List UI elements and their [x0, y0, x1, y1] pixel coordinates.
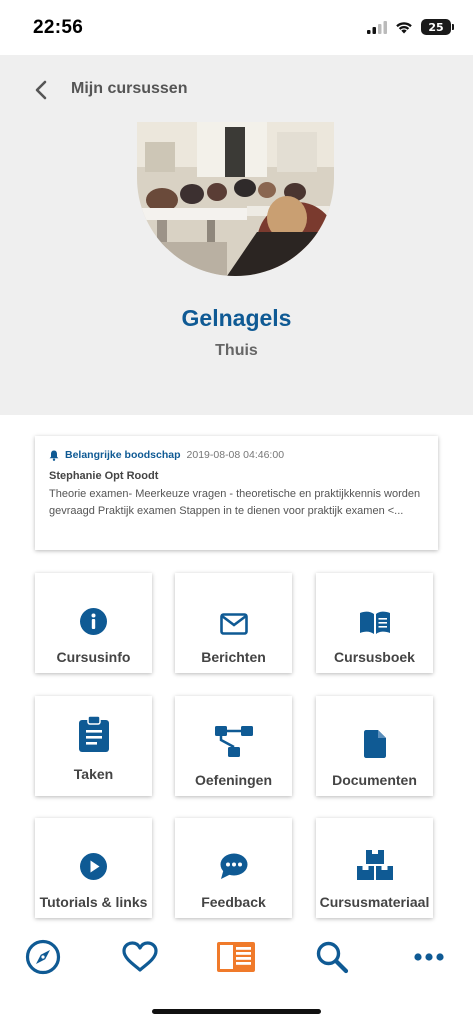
tile-label: Documenten	[332, 772, 417, 788]
tile-label: Tutorials & links	[39, 894, 148, 910]
course-title: Gelnagels	[181, 305, 292, 331]
boxes-icon	[356, 850, 393, 880]
announcement-card[interactable]: Belangrijke boodschap 2019-08-08 04:46:0…	[35, 436, 438, 550]
status-time: 22:56	[33, 17, 84, 38]
home-indicator	[152, 1009, 321, 1014]
tile-label: Cursusboek	[334, 649, 415, 665]
chevron-left-icon	[35, 80, 47, 100]
book-icon	[359, 611, 390, 634]
tile-feedback[interactable]: Feedback	[175, 818, 292, 918]
clipboard-icon	[78, 716, 109, 752]
tile-cursusinfo[interactable]: Cursusinfo	[35, 573, 152, 673]
course-subtitle: Thuis	[215, 342, 258, 359]
tile-tutorials-links[interactable]: Tutorials & links	[35, 818, 152, 918]
nav-search[interactable]	[312, 937, 352, 977]
bell-icon	[49, 450, 59, 461]
announcement-author: Stephanie Opt Roodt	[49, 470, 159, 482]
courses-icon	[217, 942, 255, 972]
chat-bubble-icon	[220, 853, 247, 879]
back-title[interactable]: Mijn cursussen	[71, 80, 187, 98]
tile-documenten[interactable]: Documenten	[316, 696, 433, 796]
heart-icon	[122, 941, 158, 972]
compass-icon	[25, 939, 61, 975]
nav-courses[interactable]	[216, 937, 256, 977]
document-icon	[363, 730, 386, 758]
status-bar: 22:56 25	[0, 0, 473, 55]
announcement-label: Belangrijke boodschap	[65, 449, 181, 461]
bottom-nav	[0, 925, 473, 995]
search-icon	[316, 941, 349, 974]
tile-label: Taken	[73, 766, 114, 782]
announcement-header: Belangrijke boodschap 2019-08-08 04:46:0…	[49, 449, 424, 461]
tile-label: Oefeningen	[194, 772, 272, 788]
tile-taken[interactable]: Taken	[35, 696, 152, 796]
tile-label: Cursusinfo	[56, 649, 131, 665]
header-wave	[0, 380, 473, 412]
battery-indicator: 25	[421, 19, 454, 35]
tile-cursusmateriaal[interactable]: Cursusmateriaal	[316, 818, 433, 918]
back-button[interactable]	[28, 77, 54, 103]
mail-icon	[219, 613, 248, 635]
tile-label: Cursusmateriaal	[319, 894, 430, 910]
tile-berichten[interactable]: Berichten	[175, 573, 292, 673]
signal-icon	[367, 20, 387, 34]
wifi-icon	[396, 22, 412, 34]
nav-favorites[interactable]	[120, 937, 160, 977]
play-icon	[80, 853, 107, 880]
tile-label: Berichten	[201, 649, 266, 665]
nav-explore[interactable]	[23, 937, 63, 977]
tile-oefeningen[interactable]: Oefeningen	[175, 696, 292, 796]
tile-cursusboek[interactable]: Cursusboek	[316, 573, 433, 673]
more-icon	[414, 953, 444, 961]
hierarchy-icon	[214, 726, 253, 757]
tile-label: Feedback	[201, 894, 266, 910]
nav-more[interactable]	[409, 937, 449, 977]
status-icons: 25	[367, 19, 454, 35]
info-icon	[80, 608, 107, 635]
announcement-text: Theorie examen- Meerkeuze vragen - theor…	[49, 488, 421, 517]
announcement-date: 2019-08-08 04:46:00	[186, 449, 285, 461]
battery-level: 25	[428, 20, 444, 34]
